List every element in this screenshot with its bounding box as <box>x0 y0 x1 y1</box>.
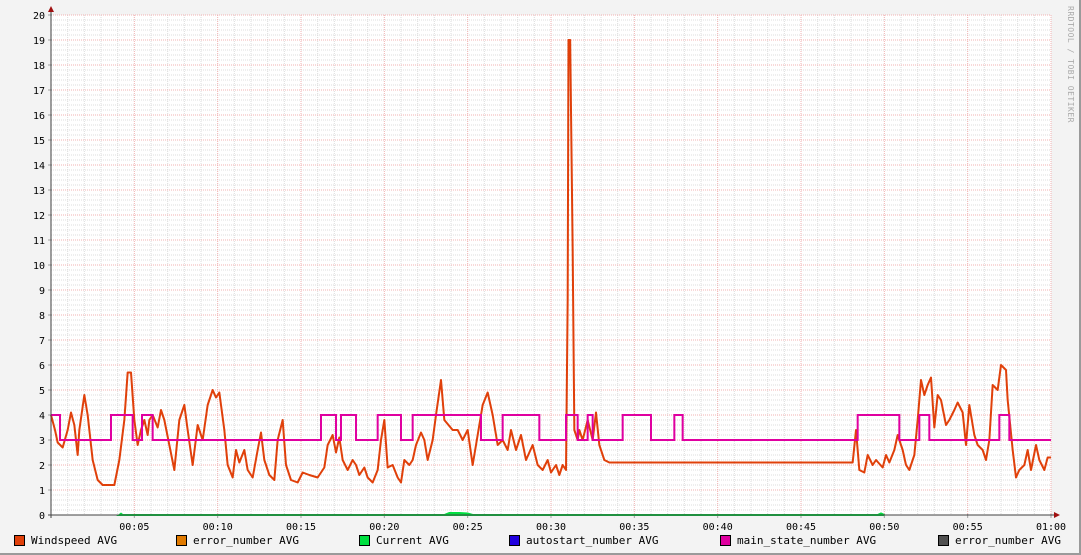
y-tick-label: 9 <box>39 286 45 297</box>
y-tick-label: 3 <box>39 436 45 447</box>
y-tick-label: 6 <box>39 361 45 372</box>
y-tick-label: 4 <box>39 411 45 422</box>
y-tick-label: 12 <box>33 211 45 222</box>
legend-label: autostart_number AVG <box>526 534 659 547</box>
watermark: RRDTOOL / TOBI OETIKER <box>1066 6 1075 123</box>
legend-swatch <box>938 535 949 546</box>
legend-swatch <box>509 535 520 546</box>
y-tick-label: 2 <box>39 461 45 472</box>
y-tick-label: 20 <box>33 11 45 22</box>
legend-item: Windspeed AVG <box>14 534 117 547</box>
legend-swatch <box>720 535 731 546</box>
x-tick-label: 00:30 <box>536 522 566 533</box>
x-tick-label: 00:35 <box>619 522 649 533</box>
y-tick-label: 16 <box>33 111 45 122</box>
x-axis-arrow-icon <box>1054 512 1060 518</box>
x-tick-label: 00:50 <box>869 522 899 533</box>
y-axis-arrow-icon <box>48 6 54 12</box>
x-tick-label: 00:55 <box>953 522 983 533</box>
y-tick-label: 7 <box>39 336 45 347</box>
y-tick-label: 19 <box>33 36 45 47</box>
chart-svg: 0123456789101112131415161718192000:05 00:… <box>33 6 1066 533</box>
legend: Windspeed AVG error_number AVG Current AVG… <box>14 534 1074 550</box>
legend-swatch <box>14 535 25 546</box>
legend-label: error_number AVG <box>955 534 1061 547</box>
x-tick-label: 00:20 <box>369 522 399 533</box>
legend-label: Current AVG <box>376 534 449 547</box>
legend-item: error_number AVG <box>938 534 1061 547</box>
y-tick-label: 0 <box>39 511 45 522</box>
x-tick-label: 01:00 <box>1036 522 1066 533</box>
y-tick-label: 14 <box>33 161 45 172</box>
legend-label: main_state_number AVG <box>737 534 877 547</box>
x-tick-label: 00:40 <box>703 522 733 533</box>
x-tick-label: 00:15 <box>286 522 316 533</box>
y-tick-label: 18 <box>33 61 45 72</box>
legend-label: error_number AVG <box>193 534 299 547</box>
y-tick-label: 17 <box>33 86 45 97</box>
x-tick-label: 00:25 <box>453 522 483 533</box>
y-tick-label: 8 <box>39 311 45 322</box>
legend-item: error_number AVG <box>176 534 299 547</box>
legend-swatch <box>176 535 187 546</box>
legend-swatch <box>359 535 370 546</box>
y-tick-label: 13 <box>33 186 45 197</box>
y-tick-label: 15 <box>33 136 45 147</box>
x-tick-label: 00:45 <box>786 522 816 533</box>
legend-item: autostart_number AVG <box>509 534 658 547</box>
y-tick-label: 11 <box>33 236 45 247</box>
legend-item: main_state_number AVG <box>720 534 876 547</box>
legend-label: Windspeed AVG <box>31 534 118 547</box>
x-tick-label: 00:05 <box>119 522 149 533</box>
y-tick-label: 5 <box>39 386 45 397</box>
y-tick-label: 1 <box>39 486 45 497</box>
legend-item: Current AVG <box>359 534 449 547</box>
y-tick-label: 10 <box>33 261 45 272</box>
x-tick-label: 00:10 <box>203 522 233 533</box>
